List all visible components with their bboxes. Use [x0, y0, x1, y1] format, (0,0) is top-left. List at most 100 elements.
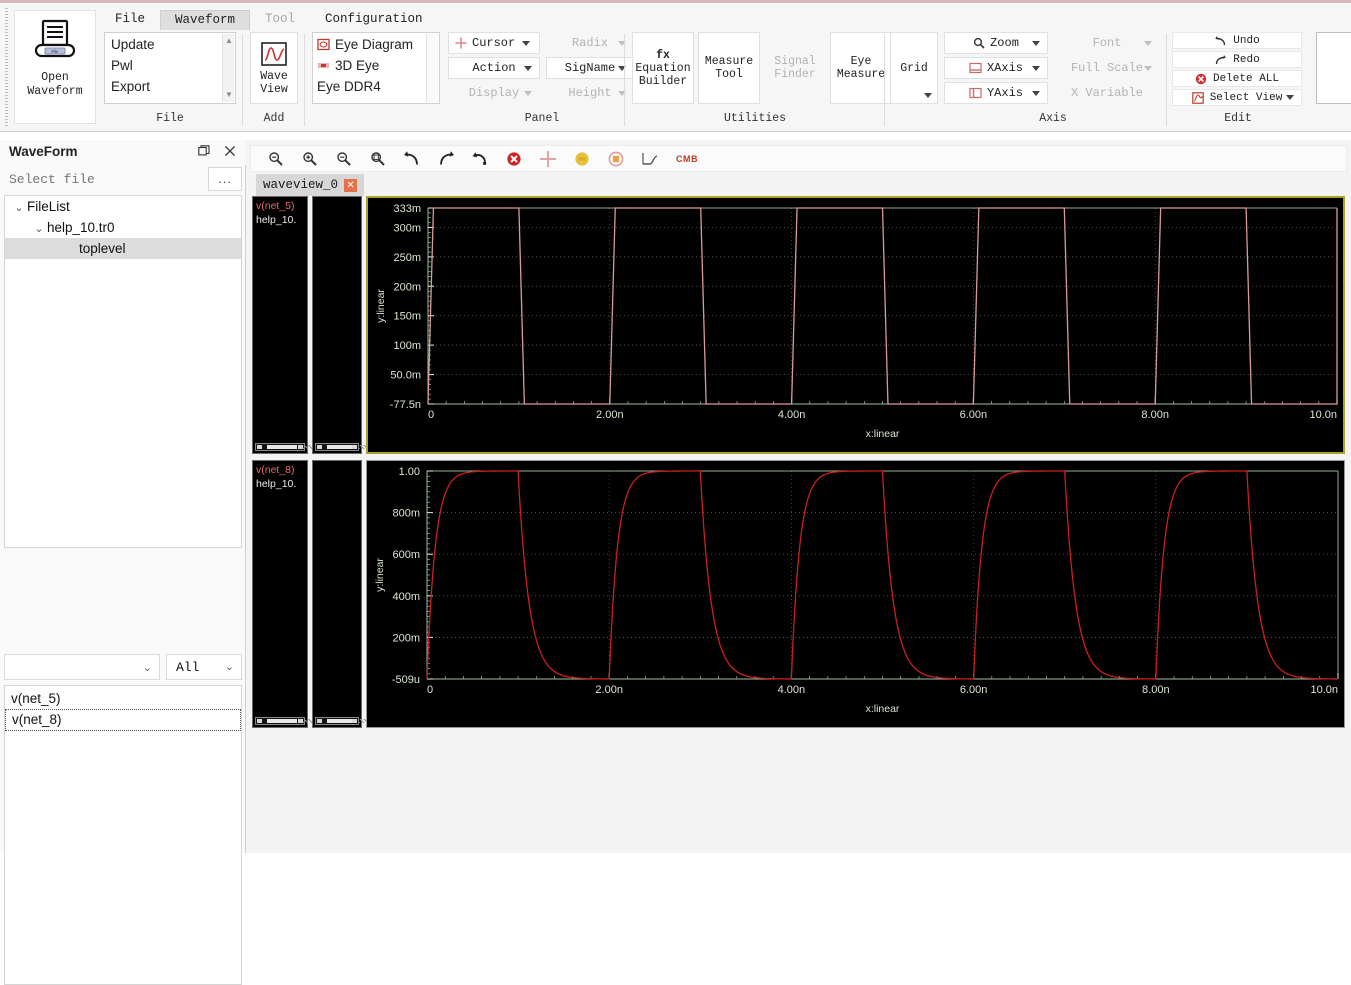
slope-icon[interactable]: [633, 146, 667, 171]
undo-icon[interactable]: [395, 146, 429, 171]
chevron-down-icon-font[interactable]: [1144, 40, 1152, 46]
scope-combo[interactable]: All ⌄: [166, 654, 242, 680]
chevron-down-icon[interactable]: [522, 40, 531, 46]
select-view-button[interactable]: Select View: [1172, 89, 1302, 106]
yaxis-button[interactable]: YAxis: [944, 82, 1048, 104]
signal-list[interactable]: v(net_5) v(net_8): [4, 685, 242, 985]
eye-measure-button[interactable]: Eye Measure: [830, 32, 892, 104]
open-waveform-label-2: Waveform: [27, 85, 83, 98]
svg-text:-509u: -509u: [392, 674, 420, 686]
delete-icon: [1195, 73, 1207, 84]
panel-list-scrollbar[interactable]: [426, 34, 438, 102]
font-button[interactable]: Font: [1054, 32, 1160, 54]
measure-tool-button[interactable]: Measure Tool: [698, 32, 760, 104]
chevron-down-icon-action[interactable]: [524, 65, 532, 71]
chevron-down-icon-filelist[interactable]: ⌄: [11, 198, 27, 219]
undo-button[interactable]: Undo: [1172, 32, 1302, 49]
panel-eye-list[interactable]: Eye Diagram 3D Eye Eye DDR4: [312, 32, 440, 104]
browse-button[interactable]: ...: [208, 167, 242, 191]
reset-icon[interactable]: [463, 146, 497, 171]
close-icon-tab[interactable]: ✕: [344, 178, 358, 192]
chevron-down-icon-display[interactable]: [524, 90, 532, 96]
open-waveform-icon: File: [31, 19, 79, 63]
value-column-scrollbar-0[interactable]: [315, 443, 373, 451]
display-button[interactable]: Display: [448, 82, 540, 104]
chevron-down-icon-filter[interactable]: ⌄: [143, 661, 152, 674]
chevron-down-icon-scope[interactable]: ⌄: [225, 660, 234, 674]
chevron-down-icon-selectview[interactable]: [1286, 95, 1294, 100]
xaxis-button[interactable]: XAxis: [944, 57, 1048, 79]
tab-configuration[interactable]: Configuration: [310, 9, 438, 30]
file-actions-list[interactable]: Update Pwl Export ▲ ▼: [104, 32, 236, 104]
marker-ring-icon[interactable]: [599, 146, 633, 171]
file-action-export[interactable]: Export: [111, 76, 235, 97]
zoom-fit-icon[interactable]: [259, 146, 293, 171]
grid-button[interactable]: Grid: [890, 32, 938, 104]
chevron-down-icon-xaxis[interactable]: [1032, 65, 1040, 71]
zoom-in-icon[interactable]: [293, 146, 327, 171]
delete-all-button-label: Delete ALL: [1212, 72, 1279, 85]
equation-builder-button[interactable]: fx Equation Builder: [632, 32, 694, 104]
ribbon-group-panel: Eye Diagram 3D Eye Eye DDR4 Cursor Radix: [308, 30, 640, 130]
panel-item-eye-diagram[interactable]: Eye Diagram: [317, 34, 439, 55]
ribbon-drag-handle[interactable]: [5, 8, 8, 126]
tree-node-toplevel[interactable]: toplevel: [5, 238, 241, 259]
scroll-up-icon[interactable]: ▲: [225, 37, 233, 45]
open-waveform-button[interactable]: File Open Waveform: [14, 10, 96, 124]
tab-file[interactable]: File: [100, 9, 160, 30]
file-select-input[interactable]: [4, 167, 209, 191]
plot-canvas-1[interactable]: -509u 200m 400m 600m 800m 1.00 0 2.00n 4.00n 6.00…: [366, 460, 1345, 728]
svg-text:y:linear: y:linear: [374, 558, 386, 592]
file-action-update[interactable]: Update: [111, 34, 235, 55]
zoom-area-icon[interactable]: [361, 146, 395, 171]
tab-tool[interactable]: Tool: [250, 9, 310, 30]
file-action-pwl[interactable]: Pwl: [111, 55, 235, 76]
wave-view-button[interactable]: Wave View: [250, 32, 298, 104]
chevron-down-icon-fullscale[interactable]: [1144, 65, 1152, 71]
file-tree[interactable]: ⌄ FileList ⌄ help_10.tr0 toplevel: [4, 195, 242, 548]
signal-filter-combo[interactable]: ⌄: [4, 654, 160, 680]
signame-button[interactable]: SigName: [546, 57, 634, 79]
action-button[interactable]: Action: [448, 57, 540, 79]
value-column-scrollbar-1[interactable]: [315, 717, 373, 725]
scroll-down-icon[interactable]: ▼: [225, 91, 233, 99]
name-column-scrollbar-0[interactable]: [255, 443, 313, 451]
panel-item-3d-eye[interactable]: 3D Eye: [317, 55, 439, 76]
marker-yellow-icon[interactable]: [565, 146, 599, 171]
cursor-cross-icon[interactable]: [531, 146, 565, 171]
close-icon[interactable]: [222, 145, 238, 161]
redo-icon[interactable]: [429, 146, 463, 171]
panel-item-eye-ddr4[interactable]: Eye DDR4: [317, 76, 439, 97]
cmb-icon[interactable]: CMB: [667, 146, 707, 171]
tab-waveview-0[interactable]: waveview_0 ✕: [256, 174, 365, 196]
list-item[interactable]: v(net_5): [5, 688, 241, 709]
chevron-down-icon-grid[interactable]: [924, 93, 932, 98]
tab-waveform[interactable]: Waveform: [160, 10, 251, 30]
chevron-down-icon-help10[interactable]: ⌄: [31, 219, 47, 240]
zoom-button[interactable]: Zoom: [944, 32, 1048, 54]
radix-button[interactable]: Radix: [546, 32, 634, 54]
tree-node-help10-label: help_10.tr0: [47, 220, 115, 235]
redo-button[interactable]: Redo: [1172, 51, 1302, 68]
signal-value-column-0[interactable]: [312, 196, 373, 454]
delete-icon[interactable]: [497, 146, 531, 171]
zoom-out-icon[interactable]: [327, 146, 361, 171]
cursor-button[interactable]: Cursor: [448, 32, 540, 54]
list-item[interactable]: v(net_8): [5, 709, 241, 731]
name-column-scrollbar-1[interactable]: [255, 717, 313, 725]
delete-all-button[interactable]: Delete ALL: [1172, 70, 1302, 87]
x-variable-button[interactable]: X Variable: [1054, 82, 1160, 104]
chevron-down-icon-zoom[interactable]: [1032, 40, 1040, 46]
chevron-down-icon-yaxis[interactable]: [1032, 90, 1040, 96]
signal-value-column-1[interactable]: [312, 460, 373, 728]
signal-finder-button[interactable]: Signal Finder: [764, 32, 826, 104]
signal-name-column-1[interactable]: v(net_8) help_10.: [252, 460, 313, 728]
float-window-icon[interactable]: [196, 145, 212, 161]
full-scale-button[interactable]: Full Scale: [1054, 57, 1160, 79]
file-list-scrollbar[interactable]: ▲ ▼: [222, 34, 234, 102]
plot-canvas-0[interactable]: -77.5n 50.0m 100m 150m 200m 250m 300m 333m 0 2.00…: [366, 196, 1345, 454]
tree-node-filelist[interactable]: ⌄ FileList: [5, 196, 241, 217]
signal-name-column-0[interactable]: v(net_5) help_10.: [252, 196, 313, 454]
height-button[interactable]: Height: [546, 82, 634, 104]
tree-node-help10[interactable]: ⌄ help_10.tr0: [5, 217, 241, 238]
